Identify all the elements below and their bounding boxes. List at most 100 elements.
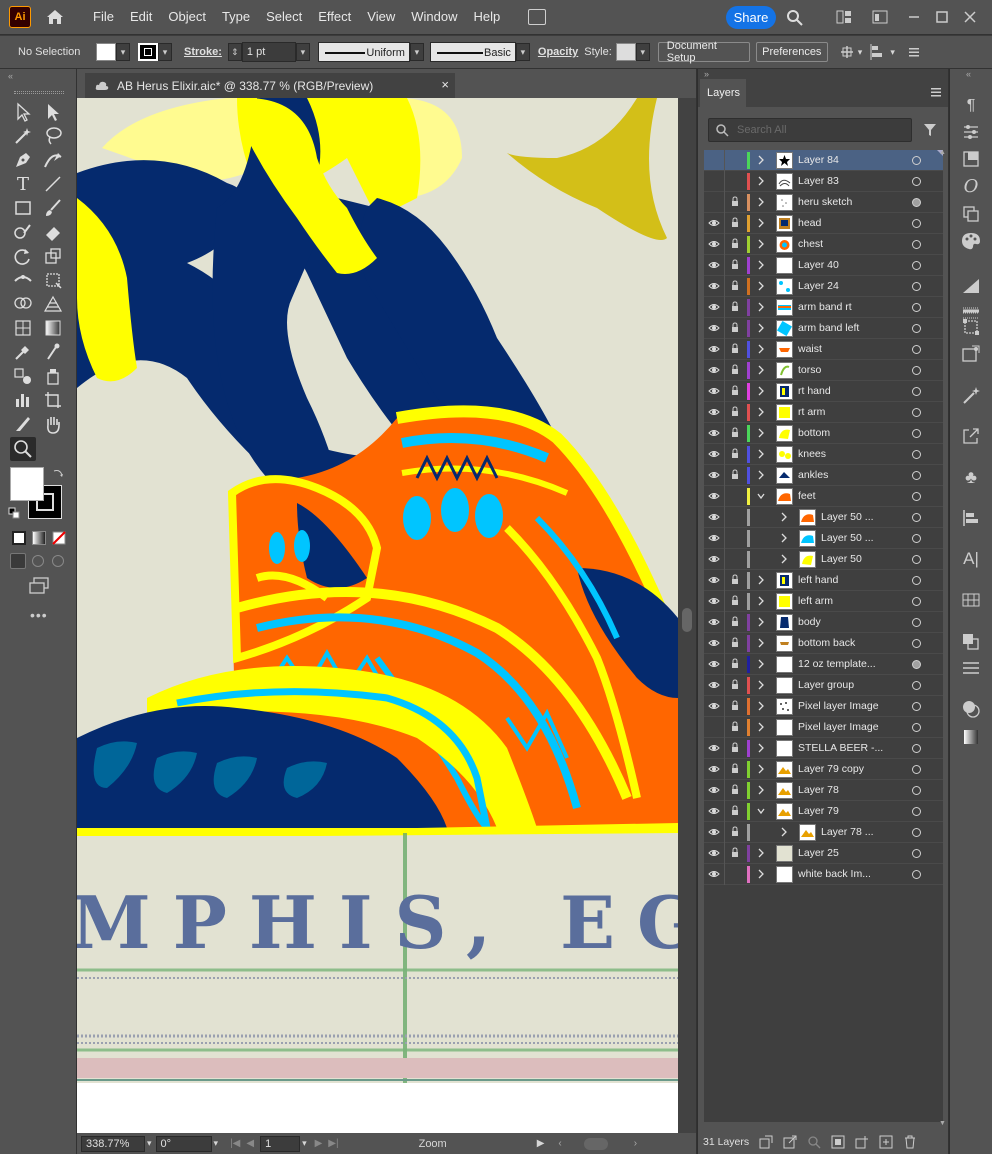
layer-row[interactable]: ankles (704, 465, 943, 486)
layer-name[interactable]: Layer 50 ... (821, 511, 874, 523)
target-icon[interactable] (912, 681, 921, 690)
target-icon[interactable] (912, 849, 921, 858)
chevron-right-icon[interactable] (756, 301, 766, 313)
layer-row[interactable]: STELLA BEER -... (704, 738, 943, 759)
layer-row[interactable]: rt arm (704, 402, 943, 423)
chevron-right-icon[interactable] (756, 364, 766, 376)
layer-row[interactable]: knees (704, 444, 943, 465)
lock-icon[interactable] (731, 196, 739, 207)
layer-name[interactable]: Pixel layer Image (798, 721, 879, 733)
layer-row[interactable]: Pixel layer Image (704, 717, 943, 738)
target-icon[interactable] (912, 282, 921, 291)
vertical-scrollbar[interactable] (678, 98, 696, 1133)
chevron-right-icon[interactable] (756, 406, 766, 418)
chevron-right-icon[interactable] (756, 742, 766, 754)
layer-name[interactable]: Layer 50 (821, 553, 862, 565)
minimize-icon[interactable] (906, 10, 922, 24)
width-tool-icon[interactable] (12, 269, 34, 291)
layer-list-scrollbar[interactable]: ▲ ▼ (939, 149, 947, 1127)
stroke-weight-stepper[interactable]: ⇕ (227, 43, 242, 61)
chevron-right-icon[interactable] (756, 574, 766, 586)
create-new-layer-icon[interactable] (879, 1135, 893, 1149)
scroll-thumb[interactable] (682, 608, 692, 632)
target-icon[interactable] (912, 492, 921, 501)
layer-name[interactable]: Layer 78 ... (821, 826, 874, 838)
chevron-right-icon[interactable] (756, 280, 766, 292)
lock-icon[interactable] (731, 364, 739, 375)
layer-row[interactable]: Layer 24 (704, 276, 943, 297)
menu-effect[interactable]: Effect (310, 0, 359, 34)
visibility-eye-icon[interactable] (708, 638, 720, 648)
swap-colors-icon[interactable] (52, 467, 64, 479)
visibility-eye-icon[interactable] (708, 281, 720, 291)
target-icon[interactable] (912, 576, 921, 585)
stroke-swatch[interactable] (138, 43, 158, 61)
lock-icon[interactable] (731, 448, 739, 459)
lock-icon[interactable] (731, 637, 739, 648)
brushes-icon[interactable] (960, 658, 982, 678)
layer-row[interactable]: body (704, 612, 943, 633)
layer-row[interactable]: Layer 40 (704, 255, 943, 276)
libraries-icon[interactable] (960, 149, 982, 169)
menu-view[interactable]: View (359, 0, 403, 34)
color-palette-icon[interactable] (960, 231, 982, 251)
artboard-tool-icon[interactable] (42, 389, 64, 411)
last-artboard-icon[interactable]: ▶| (328, 1138, 338, 1149)
target-icon[interactable] (912, 723, 921, 732)
line-segment-tool-icon[interactable] (42, 173, 64, 195)
target-icon[interactable] (912, 618, 921, 627)
pen-tool-icon[interactable] (12, 149, 34, 171)
find-layer-icon[interactable] (807, 1135, 821, 1149)
document-setup-button[interactable]: Document Setup (657, 40, 750, 64)
lock-icon[interactable] (731, 238, 739, 249)
target-icon[interactable] (912, 240, 921, 249)
chevron-down-icon[interactable] (756, 805, 766, 817)
layer-name[interactable]: feet (798, 490, 816, 502)
menu-type[interactable]: Type (214, 0, 258, 34)
visibility-eye-icon[interactable] (708, 743, 720, 753)
close-window-icon[interactable] (962, 10, 978, 24)
layer-name[interactable]: waist (798, 343, 822, 355)
visibility-eye-icon[interactable] (708, 680, 720, 690)
target-icon[interactable] (912, 303, 921, 312)
stroke-label[interactable]: Stroke: (184, 46, 222, 58)
image-trace-icon[interactable] (960, 344, 982, 364)
lock-toggle[interactable] (731, 511, 739, 522)
layer-name[interactable]: body (798, 616, 821, 628)
layer-row[interactable]: rt hand (704, 381, 943, 402)
preferences-button[interactable]: Preferences (755, 42, 828, 62)
close-tab-icon[interactable]: × (441, 77, 449, 92)
lock-icon[interactable] (731, 784, 739, 795)
curvature-tool-icon[interactable] (42, 149, 64, 171)
magic-wand-tool-icon[interactable] (12, 125, 34, 147)
chevron-right-icon[interactable] (779, 553, 789, 565)
layer-name[interactable]: Layer 40 (798, 259, 839, 271)
chevron-right-icon[interactable] (779, 532, 789, 544)
visibility-eye-icon[interactable] (708, 491, 720, 501)
layer-name[interactable]: knees (798, 448, 826, 460)
visibility-eye-icon[interactable] (708, 470, 720, 480)
chevron-right-icon[interactable] (779, 511, 789, 523)
target-icon[interactable] (912, 471, 921, 480)
visibility-eye-icon[interactable] (708, 512, 720, 522)
slice-tool-icon[interactable] (12, 413, 34, 435)
search-icon[interactable] (786, 9, 804, 27)
gradient-swatch-icon[interactable] (960, 727, 982, 747)
target-icon[interactable] (912, 744, 921, 753)
menu-select[interactable]: Select (258, 0, 310, 34)
lock-icon[interactable] (731, 217, 739, 228)
visibility-eye-icon[interactable] (708, 827, 720, 837)
hscroll-left-icon[interactable]: ‹ (558, 1138, 561, 1149)
opacity-label[interactable]: Opacity (538, 46, 578, 58)
lock-icon[interactable] (731, 427, 739, 438)
layer-name[interactable]: white back Im... (798, 868, 871, 880)
chevron-right-icon[interactable] (756, 154, 766, 166)
target-icon[interactable] (912, 366, 921, 375)
target-icon[interactable] (912, 450, 921, 459)
target-icon[interactable] (912, 786, 921, 795)
visibility-eye-icon[interactable] (708, 701, 720, 711)
chevron-right-icon[interactable] (756, 196, 766, 208)
style-dropdown[interactable]: ▾ (635, 43, 650, 61)
lock-icon[interactable] (731, 574, 739, 585)
stroke-dropdown[interactable]: ▾ (158, 43, 172, 61)
